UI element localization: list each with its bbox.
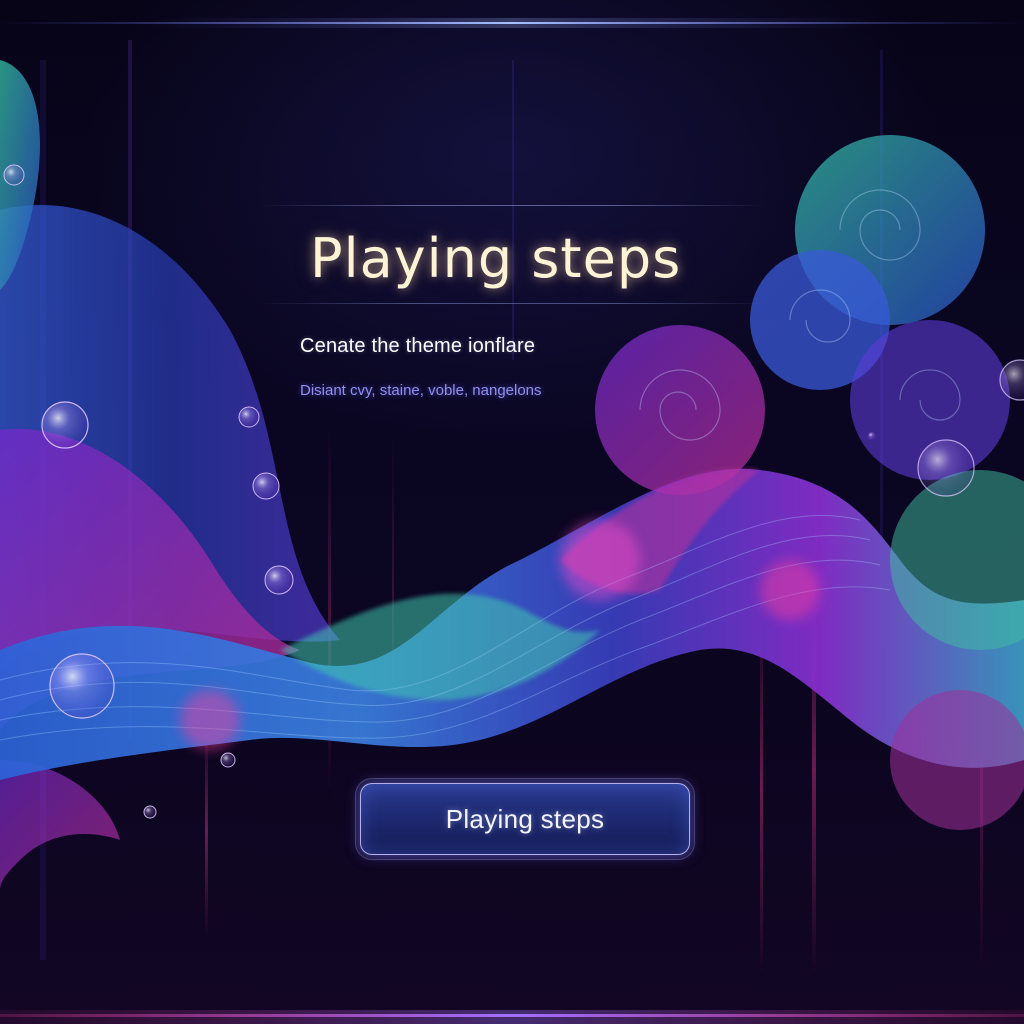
play-button[interactable]: Playing steps — [360, 783, 690, 855]
top-glow-line — [0, 18, 1024, 28]
game-title-screen: Playing steps Cenate the theme ionflare … — [0, 0, 1024, 1024]
tagline: Disiant cvy, staine, voble, nangelons — [300, 382, 542, 399]
bottom-glow-line — [0, 1010, 1024, 1024]
play-button-label: Playing steps — [445, 803, 605, 834]
title-panel: Playing steps — [258, 205, 768, 305]
subtitle: Cenate the theme ionflare — [300, 335, 536, 357]
abstract-wave-background — [0, 40, 1024, 980]
title-divider-top — [258, 205, 768, 206]
title-divider-bottom — [258, 303, 768, 304]
page-title: Playing steps — [310, 227, 682, 290]
